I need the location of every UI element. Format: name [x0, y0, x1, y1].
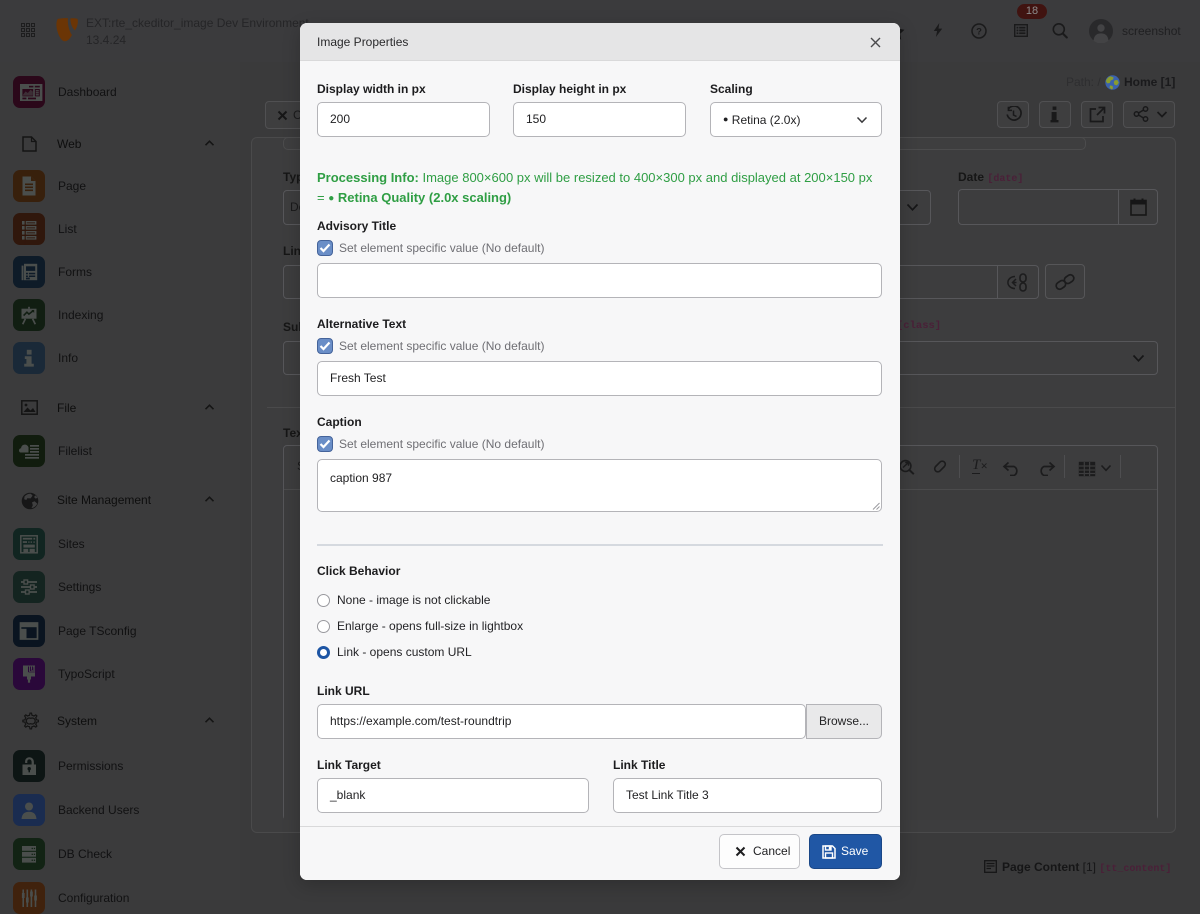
svg-text:?: ?: [976, 27, 982, 38]
